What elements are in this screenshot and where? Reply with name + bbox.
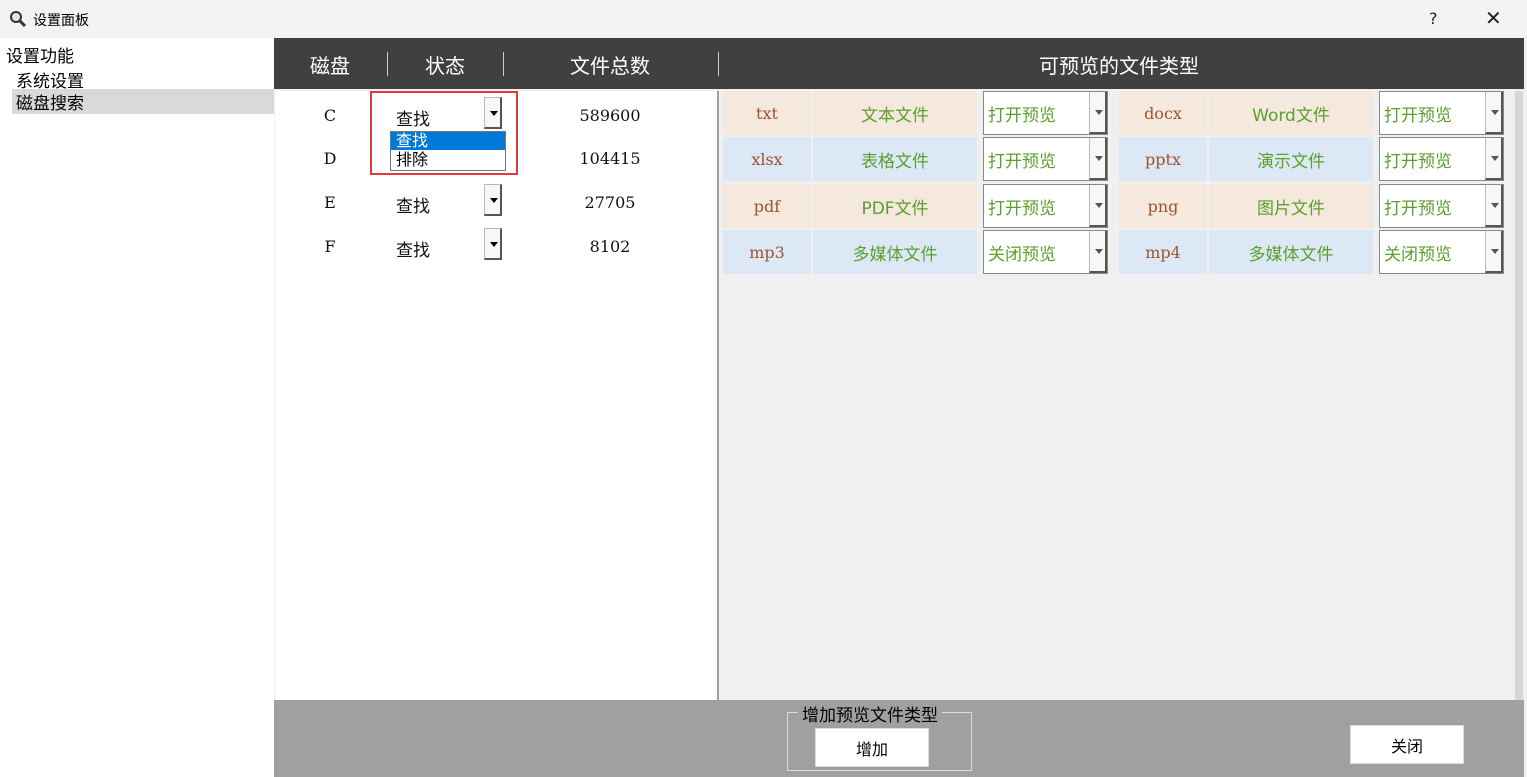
file-ext-cell: pdf [723,184,811,228]
main-panel: 磁盘 状态 文件总数 可预览的文件类型 C 查找 589600 D 104415… [274,38,1527,777]
search-icon [10,11,27,28]
file-count: 589600 [579,106,641,125]
header-divider [387,52,388,76]
preview-state-value: 关闭预览 [1384,244,1452,265]
file-ext-cell: pptx [1119,137,1207,181]
file-ext-cell: png [1119,184,1207,228]
preview-state-dropdown[interactable]: 关闭预览 [1379,230,1504,274]
preview-state-dropdown[interactable]: 打开预览 [1379,137,1504,181]
dropdown-arrow-icon[interactable] [1089,92,1107,134]
tree-root[interactable]: 设置功能 [6,42,74,67]
disk-letter: F [324,237,336,256]
preview-state-value: 打开预览 [1384,198,1452,219]
title-bar: 设置面板 ? ✕ [0,0,1527,38]
help-button[interactable]: ? [1429,9,1438,28]
disk-list: C 查找 589600 D 104415 E 查找 27705 F 查找 810… [275,91,719,737]
preview-state-dropdown[interactable]: 打开预览 [1379,91,1504,135]
preview-state-value: 打开预览 [988,198,1056,219]
preview-state-value: 关闭预览 [988,244,1056,265]
close-button[interactable]: 关闭 [1350,725,1464,764]
preview-state-value: 打开预览 [1384,151,1452,172]
header-status: 状态 [425,54,465,78]
table-header: 磁盘 状态 文件总数 可预览的文件类型 [274,38,1524,89]
file-type-name-cell: 多媒体文件 [1209,230,1373,274]
preview-state-dropdown[interactable]: 打开预览 [983,137,1108,181]
dropdown-arrow-icon[interactable] [1089,185,1107,227]
disk-letter: D [323,149,337,168]
file-type-name-cell: PDF文件 [813,184,977,228]
add-button[interactable]: 增加 [815,728,929,767]
file-type-name-cell: 演示文件 [1209,137,1373,181]
preview-state-dropdown[interactable]: 打开预览 [1379,184,1504,228]
file-ext-cell: txt [723,91,811,135]
tree-item-disk-search[interactable]: 磁盘搜索 [12,89,274,114]
dropdown-arrow-icon[interactable] [1485,231,1503,273]
dropdown-arrow-icon[interactable] [1485,92,1503,134]
file-ext-cell: mp4 [1119,230,1207,274]
file-type-name-cell: 多媒体文件 [813,230,977,274]
file-count: 27705 [584,193,636,212]
status-value[interactable]: 查找 [396,236,430,261]
highlight-box [370,91,518,175]
bottom-bar: 增加预览文件类型 增加 关闭 [274,700,1524,777]
header-file-count: 文件总数 [570,54,650,78]
file-type-name-cell: 表格文件 [813,137,977,181]
disk-letter: C [323,106,337,125]
close-window-button[interactable]: ✕ [1485,6,1502,30]
file-count: 104415 [579,149,641,168]
file-type-name-cell: 图片文件 [1209,184,1373,228]
file-ext-cell: mp3 [723,230,811,274]
file-type-name-cell: Word文件 [1209,91,1373,135]
file-ext-cell: xlsx [723,137,811,181]
preview-state-dropdown[interactable]: 打开预览 [983,184,1108,228]
dropdown-arrow-icon[interactable] [1485,185,1503,227]
dropdown-arrow-icon[interactable] [484,228,502,260]
preview-state-dropdown[interactable]: 打开预览 [983,91,1108,135]
header-disk: 磁盘 [310,54,350,78]
header-divider [503,52,504,76]
dropdown-arrow-icon[interactable] [1485,138,1503,180]
file-type-name-cell: 文本文件 [813,91,977,135]
status-value[interactable]: 查找 [396,192,430,217]
vertical-scrollbar[interactable] [1515,91,1523,737]
disk-letter: E [324,193,336,212]
header-preview-types: 可预览的文件类型 [1039,54,1199,78]
preview-state-dropdown[interactable]: 关闭预览 [983,230,1108,274]
dropdown-arrow-icon[interactable] [1089,138,1107,180]
dropdown-arrow-icon[interactable] [1089,231,1107,273]
preview-state-value: 打开预览 [988,105,1056,126]
group-label: 增加预览文件类型 [798,701,942,726]
settings-tree: 设置功能 系统设置 磁盘搜索 [0,38,274,777]
file-ext-cell: docx [1119,91,1207,135]
header-divider [718,52,719,76]
file-count: 8102 [589,237,631,256]
preview-state-value: 打开预览 [988,151,1056,172]
preview-state-value: 打开预览 [1384,105,1452,126]
dropdown-arrow-icon[interactable] [484,184,502,216]
window-title: 设置面板 [33,13,89,29]
